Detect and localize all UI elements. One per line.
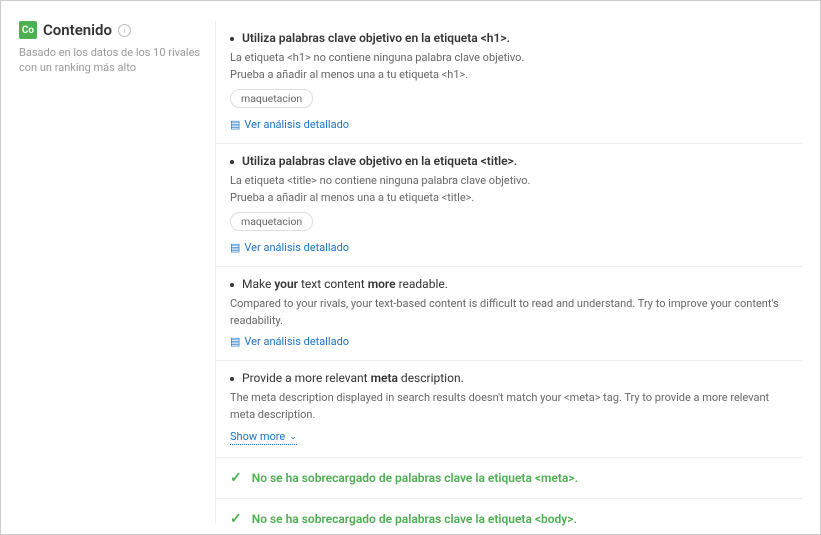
sidebar: Co Contenido i Basado en los datos de lo…: [19, 21, 215, 524]
check-item: ✓ No se ha sobrecargado de palabras clav…: [216, 458, 802, 499]
category-title: Contenido: [43, 21, 112, 39]
detailed-analysis-link[interactable]: Ver análisis detallado: [244, 335, 349, 348]
recommendation-item: Make your text content more readable. Co…: [216, 267, 802, 361]
recommendation-item: Provide a more relevant meta description…: [216, 361, 802, 458]
item-description: Compared to your rivals, your text-based…: [230, 296, 790, 329]
chevron-down-icon: ⌄: [289, 432, 297, 442]
analysis-icon: ▤: [230, 335, 240, 348]
recommendation-item: Utiliza palabras clave objetivo en la et…: [216, 144, 802, 267]
item-title: Utiliza palabras clave objetivo en la et…: [230, 31, 790, 45]
page: Co Contenido i Basado en los datos de lo…: [0, 0, 821, 535]
item-title: Make your text content more readable.: [230, 277, 790, 291]
check-text: No se ha sobrecargado de palabras clave …: [252, 512, 577, 526]
info-icon[interactable]: i: [118, 24, 131, 37]
detailed-analysis-link[interactable]: Ver análisis detallado: [244, 241, 349, 254]
item-title: Utiliza palabras clave objetivo en la et…: [230, 154, 790, 168]
detailed-analysis-link[interactable]: Ver análisis detallado: [244, 118, 349, 131]
item-description: The meta description displayed in search…: [230, 390, 790, 423]
bullet-icon: [230, 160, 234, 164]
analysis-icon: ▤: [230, 241, 240, 254]
item-description: La etiqueta <title> no contiene ninguna …: [230, 173, 790, 206]
keyword-chip[interactable]: maquetacion: [230, 212, 313, 231]
analysis-icon: ▤: [230, 118, 240, 131]
item-description: La etiqueta <h1> no contiene ninguna pal…: [230, 50, 790, 83]
sidebar-header: Co Contenido i: [19, 21, 205, 39]
bullet-icon: [230, 37, 234, 41]
category-badge: Co: [19, 21, 37, 39]
keyword-chip[interactable]: maquetacion: [230, 89, 313, 108]
bullet-icon: [230, 377, 234, 381]
check-icon: ✓: [230, 511, 242, 527]
item-title: Provide a more relevant meta description…: [230, 371, 790, 385]
recommendation-item: Utiliza palabras clave objetivo en la et…: [216, 21, 802, 144]
show-more-link[interactable]: Show more⌄: [230, 430, 297, 445]
check-icon: ✓: [230, 470, 242, 486]
check-item: ✓ No se ha sobrecargado de palabras clav…: [216, 499, 802, 535]
bullet-icon: [230, 283, 234, 287]
check-text: No se ha sobrecargado de palabras clave …: [252, 471, 578, 485]
content-panel: Utiliza palabras clave objetivo en la et…: [215, 21, 802, 524]
category-subtitle: Basado en los datos de los 10 rivales co…: [19, 45, 205, 76]
